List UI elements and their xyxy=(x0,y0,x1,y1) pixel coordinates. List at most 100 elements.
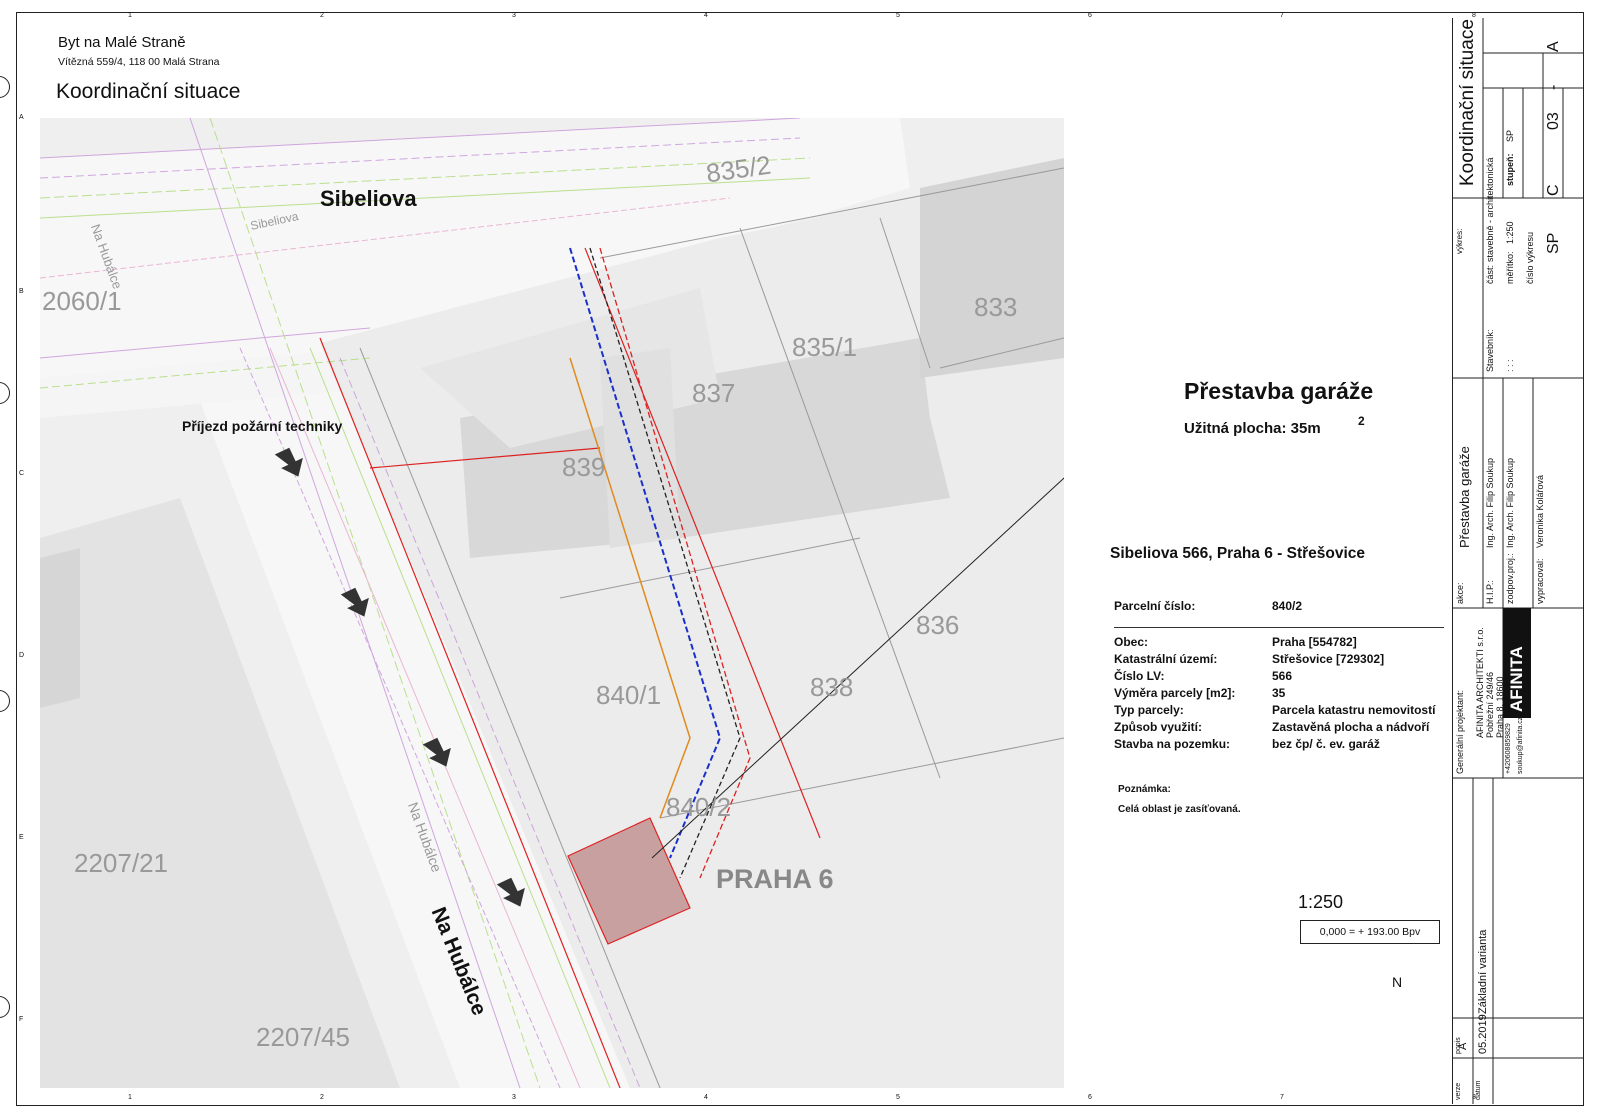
tb-general-line: AFINITA ARCHITEKTI s.r.o. xyxy=(1475,627,1485,738)
tb-vypracoval-value: Veronika Kolářová xyxy=(1535,474,1545,548)
parcel-row: Obec: Praha [554782] xyxy=(1114,634,1444,651)
grid-col-label: 4 xyxy=(704,12,708,19)
tb-logo: AFINITA xyxy=(1507,646,1526,712)
grid-col-label: 7 xyxy=(1280,12,1284,19)
grid-col-label: 5 xyxy=(896,12,900,19)
building-833 xyxy=(920,158,1064,378)
tb-general-line: Pobřežní 249/46 xyxy=(1485,671,1495,738)
tb-stupen-label: stupeň: xyxy=(1505,153,1515,187)
grid-row-label: B xyxy=(19,288,24,295)
tb-vykres-label: výkres: xyxy=(1455,228,1464,254)
tb-phone: +420608859829 xyxy=(1505,723,1512,774)
tb-akce-label: akce: xyxy=(1455,582,1465,604)
grid-col-label: 1 xyxy=(128,12,132,19)
tb-cislo-label: číslo výkresu xyxy=(1525,231,1535,284)
grid-column-ruler-bottom: 1 2 3 4 5 6 7 8 xyxy=(40,1094,1476,1104)
tb-stavebnik-label: Stavebník: xyxy=(1485,329,1495,372)
note-text: Celá oblast je zasíťovaná. xyxy=(1118,804,1241,815)
note-heading: Poznámka: xyxy=(1118,784,1171,795)
parcel-label: 839 xyxy=(562,452,606,482)
parcel-label: 2060/1 xyxy=(42,286,122,316)
parcel-row: Způsob využití: Zastavěná plocha a nádvo… xyxy=(1114,719,1444,736)
site-address: Sibeliova 566, Praha 6 - Střešovice xyxy=(1110,545,1366,562)
tb-code-a: A xyxy=(1545,41,1562,52)
tb-code-sp: SP xyxy=(1545,232,1562,254)
project-name: Byt na Malé Straně xyxy=(58,34,186,51)
grid-col-label: 2 xyxy=(320,1094,324,1101)
parcel-value: Parcela katastru nemovitostí xyxy=(1272,703,1436,717)
fire-access-label: Příjezd požární techniky xyxy=(182,418,343,434)
parcel-label: 833 xyxy=(974,292,1018,322)
tb-zodp-label: zodpov.proj.: xyxy=(1505,553,1515,604)
title-block: výkres: Koordinační situace část: staveb… xyxy=(1452,18,1583,1104)
binder-hole xyxy=(0,382,10,404)
parcel-row: Stavba na pozemku: bez čp/ č. ev. garáž xyxy=(1114,736,1444,753)
parcel-label: 835/1 xyxy=(792,332,858,362)
tb-code-dash: - xyxy=(1545,84,1562,90)
parcel-key: Způsob využití: xyxy=(1114,720,1202,734)
parcel-value: Zastavěná plocha a nádvoří xyxy=(1272,720,1430,734)
plan-area-superscript: 2 xyxy=(1358,414,1365,428)
grid-row-label: C xyxy=(19,470,25,477)
parcel-key: Výměra parcely [m2]: xyxy=(1114,686,1236,700)
grid-col-label: 3 xyxy=(512,1094,516,1101)
grid-col-label: 4 xyxy=(704,1094,708,1101)
binder-hole xyxy=(0,996,10,1018)
grid-row-label: A xyxy=(19,114,24,121)
parcel-label: 840/1 xyxy=(596,680,662,710)
grid-col-label: 2 xyxy=(320,12,324,19)
parcel-value: 566 xyxy=(1272,669,1293,683)
building-west xyxy=(40,548,80,708)
tb-rev-verze-label: verze xyxy=(1455,1082,1462,1100)
grid-row-label: E xyxy=(19,834,24,841)
parcel-label: 2207/45 xyxy=(256,1022,350,1052)
tb-code-03: 03 xyxy=(1545,112,1562,130)
tb-cast-value: stavebně - architektonická xyxy=(1485,157,1495,262)
grid-col-label: 7 xyxy=(1280,1094,1284,1101)
parcel-key: Obec: xyxy=(1114,635,1149,649)
site-plan-map xyxy=(40,118,1064,1088)
project-address: Vítězná 559/4, 118 00 Malá Strana xyxy=(58,56,220,68)
tb-rev-popis: Základní varianta xyxy=(1477,929,1489,1014)
parcel-key: Stavba na pozemku: xyxy=(1114,737,1231,751)
parcel-value: 840/2 xyxy=(1272,599,1303,613)
street-label-sibeliova: Sibeliova xyxy=(320,186,417,211)
tb-akce-value: Přestavba garáže xyxy=(1457,446,1472,548)
parcel-label: 2207/21 xyxy=(74,848,168,878)
grid-col-label: 1 xyxy=(128,1094,132,1101)
tb-zodp-value: Ing. Arch. Filip Soukup xyxy=(1505,457,1515,548)
parcel-label: 836 xyxy=(916,610,960,640)
tb-rev-datum-label: datum xyxy=(1475,1080,1482,1100)
parcel-key: Katastrální území: xyxy=(1114,652,1218,666)
tb-vypracoval-label: vypracoval: xyxy=(1535,558,1545,604)
parcel-row: Parcelní číslo: 840/2 xyxy=(1114,598,1444,615)
parcel-row: Výměra parcely [m2]: 35 xyxy=(1114,685,1444,702)
tb-hip-value: Ing. Arch. Filip Soukup xyxy=(1485,457,1495,548)
tb-rev-verze: A xyxy=(1457,1042,1469,1050)
grid-row-label: D xyxy=(19,652,25,659)
sheet-title: Koordinační situace xyxy=(56,80,241,103)
grid-col-label: 3 xyxy=(512,12,516,19)
tb-email: soukup@afinita.cz xyxy=(1517,716,1524,774)
parcel-row: Typ parcely: Parcela katastru nemovitost… xyxy=(1114,702,1444,719)
binder-hole xyxy=(0,690,10,712)
grid-row-ruler: A B C D E F xyxy=(19,18,29,1098)
tb-rev-datum: 05.2019 xyxy=(1477,1014,1489,1054)
tb-general-line: Praha 8, 18600 xyxy=(1495,676,1505,738)
tb-code-c: C xyxy=(1545,184,1562,196)
binder-hole xyxy=(0,76,10,98)
district-label: PRAHA 6 xyxy=(716,864,834,894)
parcel-value: Praha [554782] xyxy=(1272,635,1357,649)
parcel-key: Typ parcely: xyxy=(1114,703,1184,717)
parcel-info-table: Parcelní číslo: 840/2 Obec: Praha [55478… xyxy=(1114,598,1444,753)
parcel-divider xyxy=(1114,615,1444,628)
grid-column-ruler-top: 1 2 3 4 5 6 7 8 xyxy=(40,12,1476,22)
parcel-row: Katastrální území: Střešovice [729302] xyxy=(1114,651,1444,668)
grid-row-label: F xyxy=(19,1016,24,1023)
parcel-label: 840/2 xyxy=(666,792,732,822)
grid-col-label: 5 xyxy=(896,1094,900,1101)
grid-col-label: 6 xyxy=(1088,12,1092,19)
tb-general-label: Generální projektant: xyxy=(1455,689,1465,774)
tb-cast-label: část: xyxy=(1485,264,1495,284)
tb-meritko-label: měřítko: xyxy=(1505,251,1515,284)
